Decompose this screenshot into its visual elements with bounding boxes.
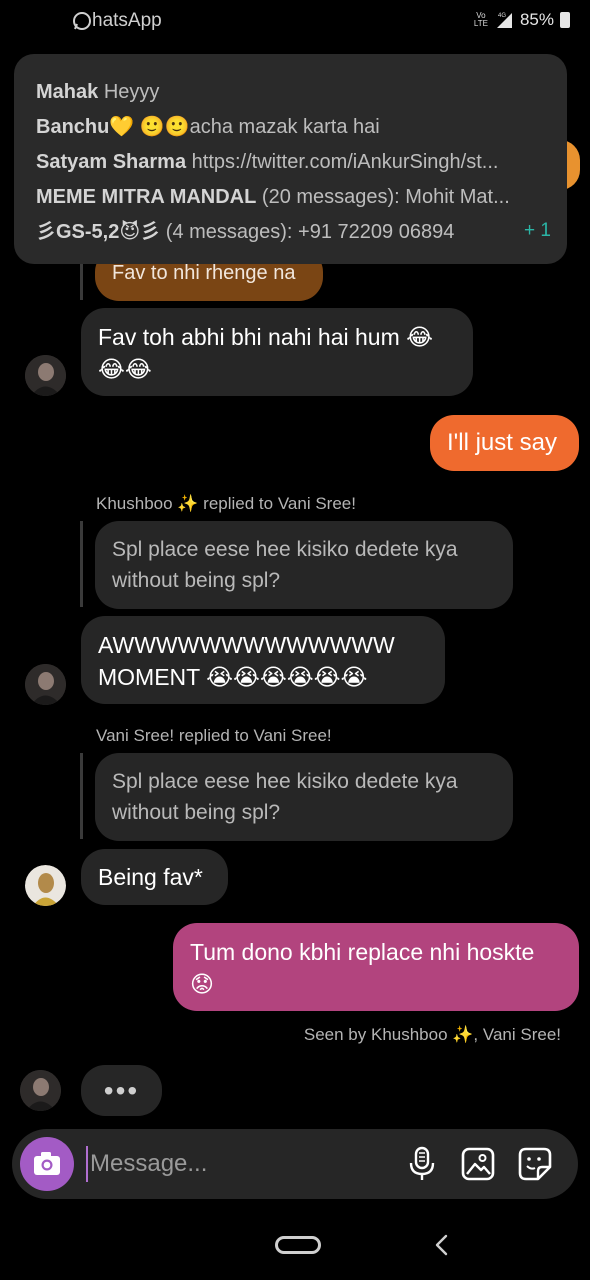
- back-button[interactable]: [432, 1234, 452, 1256]
- avatar-photo-icon: [20, 1070, 61, 1111]
- battery-icon: [560, 12, 570, 28]
- message-text: 😂😂: [98, 356, 152, 382]
- gallery-icon: [461, 1147, 495, 1181]
- avatar[interactable]: [25, 664, 66, 705]
- message-text: Tum dono kbhi replace nhi hoskte: [190, 939, 535, 965]
- quoted-message-bubble[interactable]: Spl place eese hee kisiko dedete kya wit…: [95, 521, 513, 609]
- outgoing-message-bubble[interactable]: Tum dono kbhi replace nhi hoskte 😟: [173, 923, 579, 1011]
- camera-button[interactable]: [20, 1137, 74, 1191]
- status-bar: hatsApp Vo LTE 4G 85%: [0, 0, 590, 42]
- notification-line: 彡GS-5,2😈彡 (4 messages): +91 72209 06894: [36, 221, 455, 243]
- typing-indicator: •••: [81, 1065, 162, 1116]
- message-text: 😟: [190, 971, 214, 997]
- quote-bar: [80, 753, 83, 839]
- battery-percent: 85%: [519, 10, 554, 29]
- avatar-photo-icon: [25, 865, 66, 906]
- notification-line: Banchu💛 🙂🙂acha mazak karta hai: [36, 116, 380, 138]
- message-text: MOMENT 😭😭😭😭😭😭: [98, 664, 368, 690]
- seen-receipt: Seen by Khushboo ✨, Vani Sree!: [303, 1025, 561, 1044]
- quote-bar: [80, 521, 83, 607]
- avatar[interactable]: [20, 1070, 61, 1111]
- sticker-button[interactable]: [517, 1146, 553, 1182]
- home-button[interactable]: [275, 1236, 321, 1254]
- reply-label: Khushboo ✨ replied to Vani Sree!: [96, 494, 356, 513]
- notification-card[interactable]: Mahak Heyyy Banchu💛 🙂🙂acha mazak karta h…: [14, 54, 567, 264]
- quoted-text: without being spl?: [112, 569, 281, 592]
- quoted-reply-text: Fav to nhi rhenge na: [112, 262, 296, 284]
- status-app-name: hatsApp: [92, 10, 162, 31]
- notification-line: MEME MITRA MANDAL (20 messages): Mohit M…: [36, 186, 510, 208]
- whatsapp-icon: [73, 12, 91, 30]
- message-text: Being fav*: [98, 864, 203, 890]
- typing-dots: •••: [103, 1075, 140, 1106]
- avatar[interactable]: [25, 355, 66, 396]
- volte-indicator: Vo LTE: [474, 12, 488, 28]
- signal-icon: 4G: [496, 13, 512, 28]
- avatar-photo-icon: [25, 664, 66, 705]
- volte-bottom: LTE: [473, 19, 488, 28]
- message-text: I'll just say: [447, 429, 557, 456]
- microphone-icon: [409, 1146, 435, 1180]
- avatar-photo-icon: [25, 355, 66, 396]
- quoted-text: Spl place eese hee kisiko dedete kya: [112, 770, 458, 793]
- quoted-message-bubble[interactable]: Spl place eese hee kisiko dedete kya wit…: [95, 753, 513, 841]
- avatar[interactable]: [25, 865, 66, 906]
- quoted-text: without being spl?: [112, 801, 281, 824]
- gallery-button[interactable]: [460, 1146, 496, 1182]
- message-text: AWWWWWWWWWWWWW: [98, 632, 395, 658]
- notification-line: Satyam Sharma https://twitter.com/iAnkur…: [36, 151, 499, 173]
- microphone-button[interactable]: [404, 1145, 440, 1183]
- incoming-message-bubble[interactable]: Being fav*: [81, 849, 228, 905]
- svg-text:4G: 4G: [498, 13, 506, 19]
- message-text: Fav toh abhi bhi nahi hai hum 😂: [98, 324, 434, 350]
- back-chevron-icon: [435, 1234, 448, 1256]
- message-input[interactable]: [86, 1146, 390, 1182]
- outgoing-message-bubble[interactable]: I'll just say: [430, 415, 579, 471]
- incoming-message-bubble[interactable]: AWWWWWWWWWWWWW MOMENT 😭😭😭😭😭😭: [81, 616, 445, 704]
- reply-label: Vani Sree! replied to Vani Sree!: [96, 726, 332, 745]
- notification-line: Mahak Heyyy: [36, 81, 160, 103]
- camera-icon: [34, 1152, 60, 1175]
- notification-more-count: + 1: [524, 220, 551, 241]
- status-right: Vo LTE 4G 85%: [474, 10, 570, 30]
- quoted-text: Spl place eese hee kisiko dedete kya: [112, 538, 458, 561]
- incoming-message-bubble[interactable]: Fav toh abhi bhi nahi hai hum 😂 😂😂: [81, 308, 473, 396]
- sticker-icon: [518, 1147, 552, 1181]
